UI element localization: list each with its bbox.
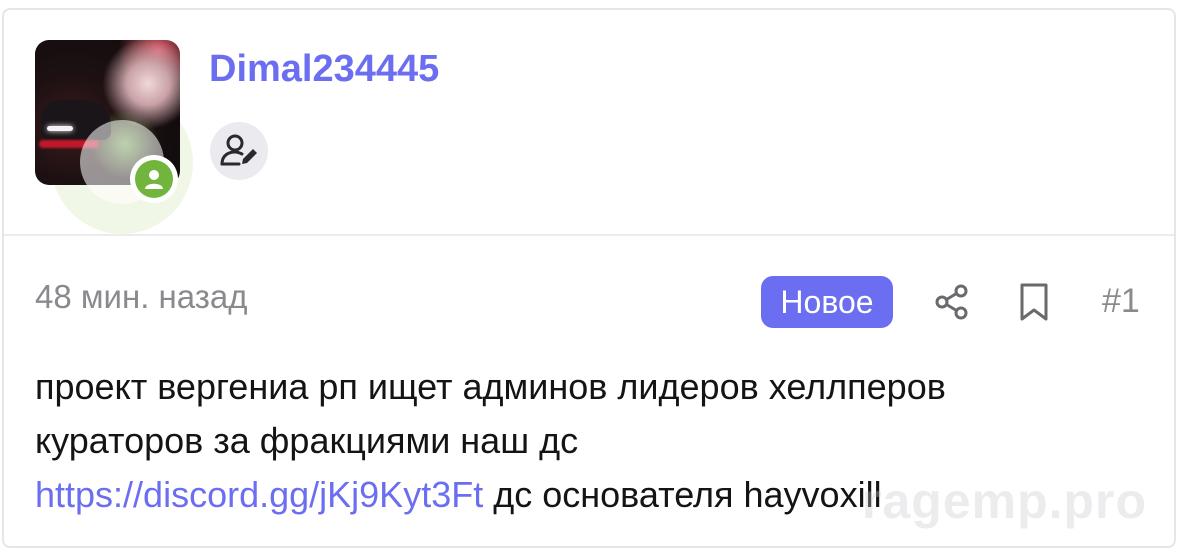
post-header: Dimal234445: [4, 10, 1174, 236]
bookmark-icon: [1020, 283, 1048, 321]
post-meta-row: 48 мин. назад Новое #1: [4, 270, 1174, 332]
online-status-badge: [130, 155, 178, 203]
post-number-link[interactable]: #1: [1102, 282, 1140, 321]
share-button[interactable]: [930, 280, 974, 324]
user-edit-icon: [210, 122, 268, 180]
post-body: проект вергениа рп ищет админов лидеров …: [35, 360, 1145, 522]
bookmark-button[interactable]: [1012, 280, 1056, 324]
author-username[interactable]: Dimal234445: [209, 48, 439, 91]
online-user-icon: [135, 160, 173, 198]
post-text-line-1: проект вергениа рп ищет админов лидеров …: [35, 366, 946, 407]
share-icon: [935, 284, 968, 320]
new-badge: Новое: [761, 276, 893, 328]
discord-link[interactable]: https://discord.gg/jKj9Kyt3Ft: [35, 474, 483, 515]
post-text-after-link: дс основателя hayvoxill: [483, 474, 882, 515]
post-timestamp: 48 мин. назад: [35, 278, 248, 315]
post-text-line-2: кураторов за фракциями наш дс: [35, 420, 579, 461]
post-card: Dimal234445 48 мин. назад Новое #1 проек…: [2, 8, 1176, 548]
